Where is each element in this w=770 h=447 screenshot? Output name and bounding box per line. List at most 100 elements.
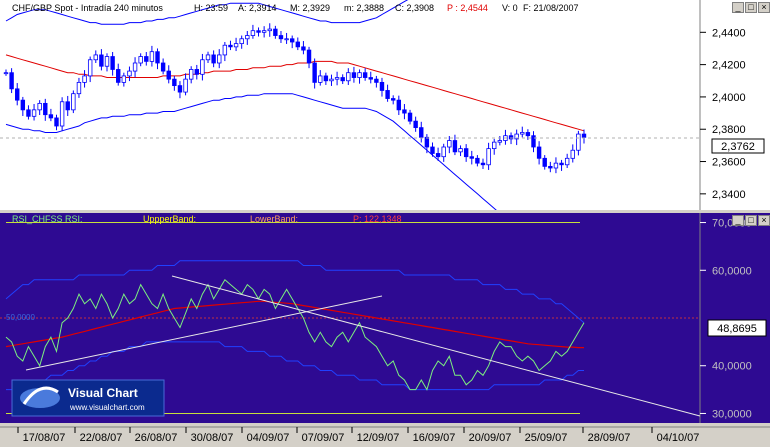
logo-url: www.visualchart.com	[69, 403, 145, 412]
price-candle-body	[233, 43, 239, 48]
price-candle-body	[362, 72, 368, 78]
price-candle-body	[581, 133, 587, 138]
rsi-header-lower: LowerBand:	[250, 214, 298, 224]
price-candle-body	[144, 56, 149, 62]
price-candle-body	[31, 109, 37, 117]
price-candle-body	[548, 165, 553, 169]
price-candle-body	[71, 93, 76, 111]
price-candle-body	[211, 54, 216, 64]
price-candle-body	[295, 41, 301, 48]
rsi-maximize-button[interactable]: □	[745, 215, 757, 226]
price-tick-label: 2,4400	[712, 27, 746, 39]
rsi-minimize-button[interactable]: _	[732, 215, 744, 226]
rsi-last-label: 48,8695	[717, 323, 757, 335]
rsi-tick-label: 60,0000	[712, 265, 752, 277]
date-tick-label: 20/09/07	[469, 432, 512, 444]
price-candle-body	[368, 77, 373, 80]
price-candle-body	[407, 112, 413, 122]
price-candle-body	[553, 162, 559, 169]
price-candle-body	[116, 69, 121, 83]
date-tick-label: 17/08/07	[23, 432, 66, 444]
price-candle-body	[20, 99, 26, 111]
price-minimize-button[interactable]: _	[732, 2, 744, 13]
price-candle-body	[132, 62, 138, 72]
chart-canvas[interactable]: 2,4400 2,4200 2,4000 2,3800 2,3600 2,3400 2,3…	[0, 0, 770, 447]
price-candle-body	[188, 69, 194, 80]
rsi-tick-label: 30,0000	[712, 408, 752, 420]
price-candle-body	[200, 59, 205, 75]
price-candle-body	[430, 146, 435, 154]
price-candle-body	[222, 44, 228, 56]
price-candle-body	[93, 54, 98, 61]
header-instrument: CHF/GBP Spot - Intradía 240 minutos	[12, 3, 163, 13]
price-candle-body	[419, 127, 424, 138]
visual-chart-logo: Visual Chart www.visualchart.com	[11, 379, 165, 417]
price-candle-body	[138, 56, 143, 64]
price-candle-body	[329, 78, 334, 82]
price-candle-body	[346, 72, 351, 82]
price-candle-body	[435, 153, 441, 158]
price-candle-body	[357, 72, 362, 78]
price-tick-label: 2,4000	[712, 92, 746, 104]
price-candle-body	[166, 70, 171, 80]
price-candle-body	[9, 72, 14, 90]
price-candle-body	[284, 38, 289, 41]
header-m: M: 2,3929	[290, 3, 330, 13]
price-candle-body	[306, 49, 312, 64]
price-candle-body	[458, 148, 463, 153]
price-panel[interactable]	[0, 0, 700, 210]
price-candle-body	[564, 157, 570, 166]
price-candle-body	[374, 78, 379, 83]
date-tick-label: 26/08/07	[135, 432, 178, 444]
price-candle-body	[536, 146, 542, 159]
price-candle-body	[82, 75, 87, 83]
panel-separator[interactable]	[0, 210, 770, 213]
price-candle-body	[155, 51, 160, 64]
price-candle-body	[385, 90, 390, 99]
price-candle-body	[217, 54, 222, 64]
price-candle-body	[447, 140, 452, 148]
rsi-header-p: P: 122,1348	[353, 214, 402, 224]
header-h: H: 23:59	[194, 3, 228, 13]
price-candle-body	[492, 141, 497, 150]
price-candle-body	[497, 140, 503, 143]
header-v: V: 0	[502, 3, 518, 13]
price-candle-body	[228, 44, 233, 48]
price-candle-body	[183, 78, 188, 93]
price-candle-body	[172, 78, 177, 87]
price-candle-body	[205, 54, 211, 61]
rsi-close-button[interactable]: ×	[758, 215, 770, 226]
price-candle-body	[59, 101, 65, 127]
price-candle-body	[452, 140, 458, 153]
price-candle-body	[37, 102, 42, 111]
rsi-axis-area	[700, 213, 770, 423]
price-candle-body	[278, 35, 284, 40]
price-candle-body	[424, 136, 430, 148]
rsi-reference-label: 50,0000	[6, 313, 35, 322]
price-maximize-button[interactable]: □	[745, 2, 757, 13]
price-candle-body	[576, 133, 581, 151]
price-candle-body	[48, 114, 54, 119]
price-tick-label: 2,4200	[712, 60, 746, 72]
price-candle-body	[43, 102, 48, 116]
price-candle-body	[65, 101, 70, 111]
price-candle-body	[15, 88, 20, 101]
price-close-button[interactable]: ×	[758, 2, 770, 13]
date-tick-label: 07/09/07	[302, 432, 345, 444]
price-candle-body	[250, 30, 256, 36]
price-tick-label: 2,3600	[712, 157, 746, 169]
price-candle-body	[475, 157, 480, 164]
date-tick-label: 04/09/07	[247, 432, 290, 444]
header-c: C: 2,3908	[395, 3, 434, 13]
price-candle-body	[480, 162, 486, 166]
price-candle-body	[26, 109, 31, 117]
price-candle-body	[301, 46, 306, 51]
price-candle-body	[149, 51, 155, 62]
price-candle-body	[559, 162, 564, 166]
rsi-header-upper: UppperBand:	[143, 214, 196, 224]
price-candle-body	[239, 38, 244, 45]
price-candle-body	[379, 81, 385, 91]
price-tick-label: 2,3400	[712, 189, 746, 201]
price-candle-body	[160, 62, 166, 72]
price-candle-body	[289, 38, 295, 43]
